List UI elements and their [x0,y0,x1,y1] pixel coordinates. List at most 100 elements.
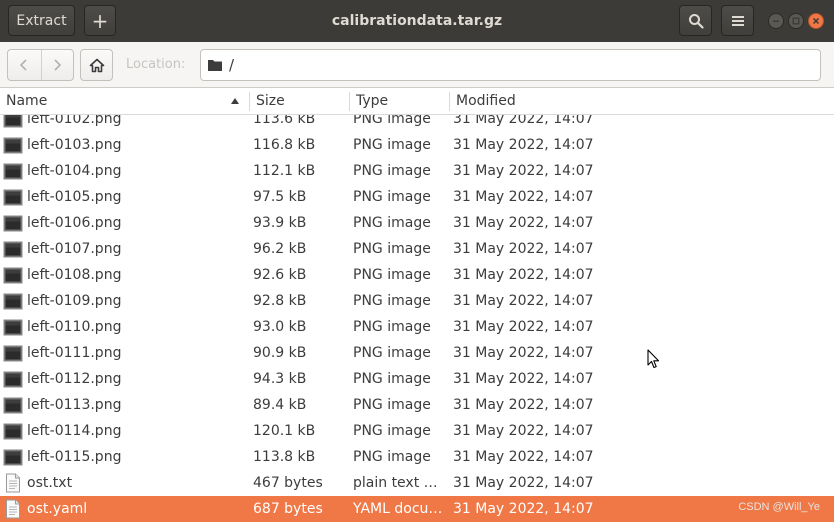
file-type: PNG image [353,397,431,413]
file-type: PNG image [353,267,431,283]
file-row[interactable]: left-0111.png 90.9 kB PNG image 31 May 2022… [0,340,834,366]
column-header-size-label: Size [256,93,285,109]
file-size: 92.8 kB [253,293,307,309]
column-header-name-label: Name [6,93,48,109]
file-row[interactable]: left-0105.png 97.5 kB PNG image 31 May 2022… [0,184,834,210]
file-modified: 31 May 2022, 14:07 [453,163,594,179]
file-row[interactable]: left-0109.png 92.8 kB PNG image 31 May 2022… [0,288,834,314]
file-modified: 31 May 2022, 14:07 [453,397,594,413]
add-icon: + [91,8,109,33]
file-size: 96.2 kB [253,241,307,257]
home-icon [89,58,104,72]
file-modified: 31 May 2022, 14:07 [453,345,594,361]
location-bar: Location: / [0,42,834,88]
file-type: PNG image [353,189,431,205]
file-size: 90.9 kB [253,345,307,361]
search-button[interactable] [679,5,712,36]
hamburger-menu-icon [731,15,744,26]
column-header-name[interactable]: Name [6,88,246,115]
column-header-modified[interactable]: Modified [456,88,656,115]
file-row[interactable]: left-0104.png 112.1 kB PNG image 31 May 202… [0,158,834,184]
back-button[interactable] [8,50,41,80]
file-size: 120.1 kB [253,423,316,439]
image-icon [3,137,23,154]
file-size: 116.8 kB [253,137,316,153]
location-label: Location: [126,57,186,72]
file-name: left-0104.png [27,163,122,179]
text-file-icon [6,473,20,493]
image-icon [3,345,23,362]
file-list[interactable]: left-0102.png 113.6 kB PNG image 31 May 202… [0,115,834,522]
file-type: PNG image [353,293,431,309]
file-type: PNG image [353,319,431,335]
home-button[interactable] [80,49,113,81]
image-icon [3,267,23,284]
image-icon [3,293,23,310]
file-modified: 31 May 2022, 14:07 [453,137,594,153]
column-separator[interactable] [249,92,250,111]
chevron-right-icon [54,59,62,71]
close-button[interactable] [808,13,824,29]
search-icon [688,13,704,29]
file-type: YAML docu… [353,501,443,517]
file-size: 113.6 kB [253,115,316,127]
file-row[interactable]: left-0110.png 93.0 kB PNG image 31 May 2022… [0,314,834,340]
file-name: left-0106.png [27,215,122,231]
file-modified: 31 May 2022, 14:07 [453,449,594,465]
file-row[interactable]: left-0106.png 93.9 kB PNG image 31 May 2022… [0,210,834,236]
file-row[interactable]: left-0113.png 89.4 kB PNG image 31 May 2022… [0,392,834,418]
maximize-icon [792,17,800,25]
file-size: 113.8 kB [253,449,316,465]
file-size: 93.0 kB [253,319,307,335]
folder-icon [208,60,222,71]
column-separator[interactable] [349,92,350,111]
file-name: left-0107.png [27,241,122,257]
file-modified: 31 May 2022, 14:07 [453,115,594,127]
minimize-button[interactable] [768,13,784,29]
file-name: left-0112.png [27,371,122,387]
file-row[interactable]: left-0108.png 92.6 kB PNG image 31 May 2022… [0,262,834,288]
file-modified: 31 May 2022, 14:07 [453,371,594,387]
mouse-pointer-icon [647,349,660,369]
file-row[interactable]: ost.txt 467 bytes plain text d… 31 May 2022… [0,470,834,496]
file-row[interactable]: left-0114.png 120.1 kB PNG image 31 May 202… [0,418,834,444]
file-type: PNG image [353,449,431,465]
image-icon [3,319,23,336]
file-name: left-0111.png [27,345,122,361]
maximize-button[interactable] [788,13,804,29]
file-size: 94.3 kB [253,371,307,387]
file-modified: 31 May 2022, 14:07 [453,267,594,283]
forward-button[interactable] [40,50,74,80]
image-icon [3,371,23,388]
file-row[interactable]: left-0103.png 116.8 kB PNG image 31 May 202… [0,132,834,158]
image-icon [3,115,23,128]
column-separator[interactable] [449,92,450,111]
file-type: PNG image [353,345,431,361]
image-icon [3,241,23,258]
location-path-entry[interactable]: / [200,49,821,81]
file-row[interactable]: left-0107.png 96.2 kB PNG image 31 May 2022… [0,236,834,262]
add-files-button[interactable]: + [84,5,116,36]
menu-button[interactable] [721,5,754,36]
image-icon [3,189,23,206]
file-name: left-0109.png [27,293,122,309]
file-row[interactable]: left-0112.png 94.3 kB PNG image 31 May 2022… [0,366,834,392]
file-type: PNG image [353,215,431,231]
extract-button-label: Extract [16,12,67,29]
file-name: ost.txt [27,475,73,491]
sort-ascending-icon [231,98,239,104]
extract-button[interactable]: Extract [8,5,75,36]
file-type: plain text d… [353,475,445,491]
header-bar: Extract + calibrationdata.tar.gz [0,0,834,42]
file-row-selected[interactable]: ost.yaml 687 bytes YAML docu… 31 May 2022, … [0,496,834,522]
column-header-type[interactable]: Type [356,88,446,115]
column-header-size[interactable]: Size [256,88,346,115]
file-row[interactable]: left-0102.png 113.6 kB PNG image 31 May 202… [0,115,834,132]
file-size: 97.5 kB [253,189,307,205]
image-icon [3,449,23,466]
column-header-type-label: Type [356,93,389,109]
file-row[interactable]: left-0115.png 113.8 kB PNG image 31 May 202… [0,444,834,470]
text-file-icon [6,499,20,519]
image-icon [3,423,23,440]
file-type: PNG image [353,163,431,179]
